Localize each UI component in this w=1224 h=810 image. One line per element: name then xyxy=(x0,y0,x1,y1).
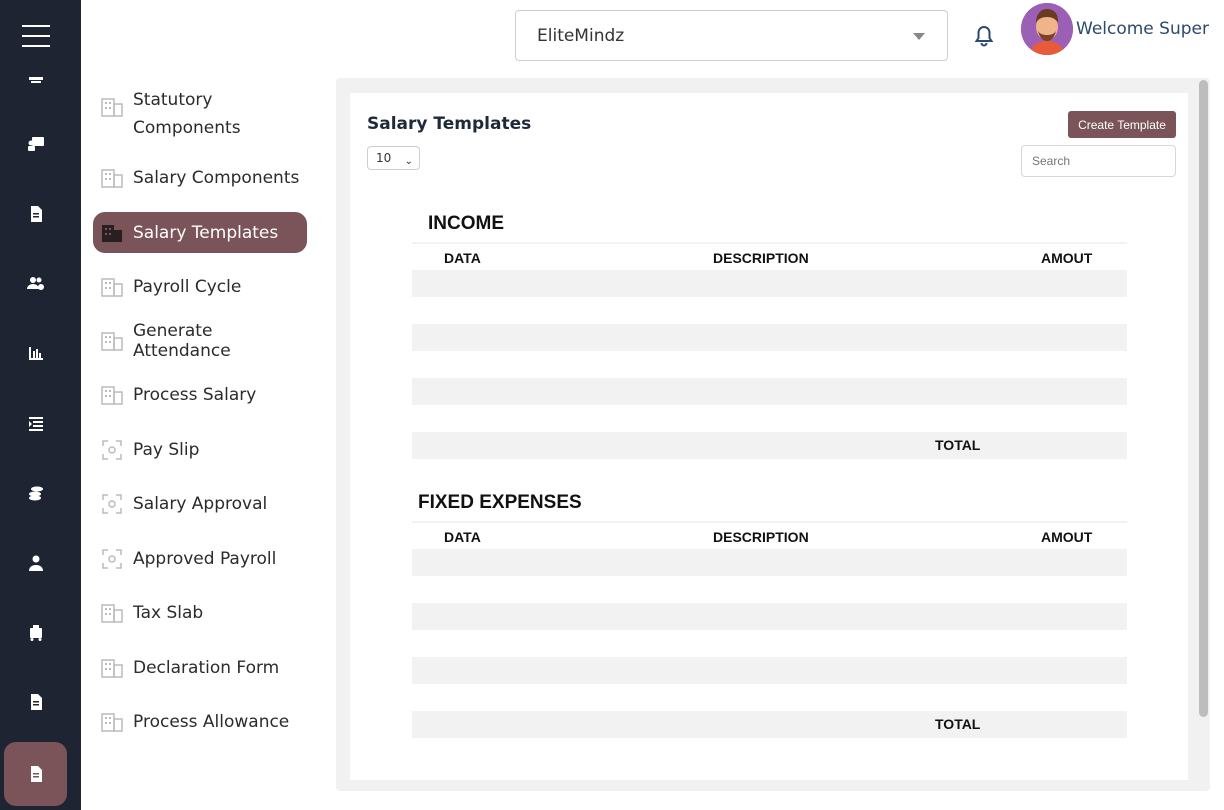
submenu-label: Salary Approval xyxy=(133,494,268,514)
column-header-data: DATA xyxy=(444,529,481,545)
table-row xyxy=(412,405,1127,432)
fixed-expenses-section-title: FIXED EXPENSES xyxy=(418,492,582,513)
company-select[interactable]: EliteMindz xyxy=(515,10,948,61)
column-header-description: DESCRIPTION xyxy=(713,529,809,545)
submenu-label: Generate Attendance xyxy=(133,321,231,361)
create-template-button[interactable]: Create Template xyxy=(1068,111,1176,138)
submenu-label: Statutory Components xyxy=(133,86,241,142)
table-row xyxy=(412,603,1127,630)
page-size-value: 10 xyxy=(376,151,392,165)
app-root: Statutory Components Salary Components Sa… xyxy=(0,0,1224,810)
table-row xyxy=(412,351,1127,378)
submenu-item-salary-components[interactable]: Salary Components xyxy=(93,164,307,192)
building-icon xyxy=(101,330,123,352)
submenu-label: Process Salary xyxy=(133,385,257,405)
building-icon xyxy=(101,167,123,189)
submenu-item-process-allowance[interactable]: Process Allowance xyxy=(93,708,307,736)
page-title: Salary Templates xyxy=(367,114,532,134)
caret-down-icon xyxy=(913,33,925,40)
scrollbar-thumb[interactable] xyxy=(1199,80,1208,717)
income-total-row xyxy=(412,432,1127,459)
company-select-value: EliteMindz xyxy=(537,25,625,46)
user-badge-icon[interactable] xyxy=(0,543,71,583)
submenu-item-payroll-cycle[interactable]: Payroll Cycle xyxy=(93,273,307,301)
bell-icon[interactable] xyxy=(972,24,996,48)
avatar[interactable] xyxy=(1021,3,1073,55)
table-row xyxy=(412,684,1127,711)
submenu-label-line1: Statutory xyxy=(133,90,213,110)
submenu-item-salary-approval[interactable]: Salary Approval xyxy=(93,490,307,518)
scan-icon xyxy=(101,493,123,515)
chevron-down-icon: ⌄ xyxy=(404,156,413,167)
teacher-icon[interactable] xyxy=(0,124,71,164)
building-icon xyxy=(101,276,123,298)
submenu-item-approved-payroll[interactable]: Approved Payroll xyxy=(93,545,307,573)
table-row xyxy=(412,324,1127,351)
list-icon[interactable] xyxy=(0,403,71,443)
submenu-label: Payroll Cycle xyxy=(133,277,242,297)
table-row xyxy=(412,657,1127,684)
submenu-label: Approved Payroll xyxy=(133,549,277,569)
submenu-label: Tax Slab xyxy=(133,603,204,623)
submenu-label: Salary Templates xyxy=(133,222,279,243)
submenu-label: Process Allowance xyxy=(133,712,290,732)
scan-icon xyxy=(101,439,123,461)
menu-icon[interactable] xyxy=(22,25,50,55)
submenu-label: Salary Components xyxy=(133,168,300,188)
chart-icon[interactable] xyxy=(0,333,71,373)
fixed-expenses-table-header: DATA DESCRIPTION AMOUT xyxy=(412,521,1127,549)
table-row xyxy=(412,549,1127,576)
submenu-item-statutory-components[interactable]: Statutory Components xyxy=(93,86,307,142)
building-icon xyxy=(101,96,123,118)
column-header-amount: AMOUT xyxy=(1041,529,1093,545)
submenu-item-generate-attendance[interactable]: Generate Attendance xyxy=(93,321,307,361)
submenu-label: Pay Slip xyxy=(133,440,200,460)
welcome-text: Welcome Super xyxy=(1076,19,1209,39)
scan-icon xyxy=(101,548,123,570)
submenu-label: Declaration Form xyxy=(133,658,280,678)
luggage-icon[interactable] xyxy=(0,612,71,652)
submenu-label-line2: Components xyxy=(133,118,241,138)
register-icon[interactable] xyxy=(0,58,71,98)
column-header-amount: AMOUT xyxy=(1041,250,1093,266)
building-icon xyxy=(101,602,123,624)
table-row xyxy=(412,576,1127,603)
building-icon xyxy=(101,384,123,406)
search-input[interactable] xyxy=(1021,145,1176,177)
page-size-select[interactable]: 10 ⌄ xyxy=(367,146,420,170)
document-icon[interactable] xyxy=(0,682,71,722)
table-row xyxy=(412,630,1127,657)
document-icon[interactable] xyxy=(0,194,71,234)
income-section-title: INCOME xyxy=(428,213,504,234)
building-icon xyxy=(101,657,123,679)
icon-rail xyxy=(0,0,81,810)
column-header-description: DESCRIPTION xyxy=(713,250,809,266)
submenu-item-process-salary[interactable]: Process Salary xyxy=(93,381,307,409)
fixed-expenses-total-row xyxy=(412,711,1127,738)
column-header-data: DATA xyxy=(444,250,481,266)
users-gear-icon[interactable] xyxy=(0,264,71,304)
table-row xyxy=(412,270,1127,297)
building-icon xyxy=(101,222,123,244)
income-table-header: DATA DESCRIPTION AMOUT xyxy=(412,242,1127,270)
income-total-label: TOTAL xyxy=(935,437,981,453)
table-row xyxy=(412,378,1127,405)
submenu-item-declaration-form[interactable]: Declaration Form xyxy=(93,654,307,682)
payroll-document-icon[interactable] xyxy=(4,742,67,806)
submenu-item-salary-templates[interactable]: Salary Templates xyxy=(93,212,307,253)
table-row xyxy=(412,297,1127,324)
coins-icon[interactable] xyxy=(0,473,71,513)
fixed-expenses-total-label: TOTAL xyxy=(935,716,981,732)
submenu-item-pay-slip[interactable]: Pay Slip xyxy=(93,436,307,464)
building-icon xyxy=(101,711,123,733)
submenu-item-tax-slab[interactable]: Tax Slab xyxy=(93,599,307,627)
